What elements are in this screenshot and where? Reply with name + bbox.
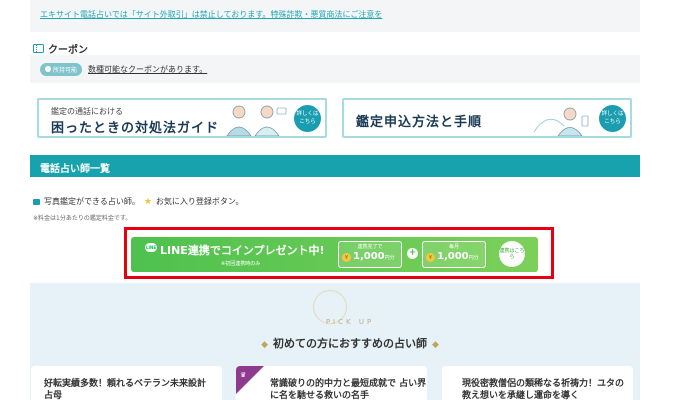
legend-favorite: お気に入り登録ボタン。: [155, 197, 244, 206]
card-title-line: 好転実績多数！頼れるベテラン未来設計: [44, 379, 207, 389]
plus-icon: +: [407, 248, 418, 259]
notice-link[interactable]: エキサイト電話占いでは「サイト外取引」は禁止しております。特殊詐欺・悪質商法にご…: [40, 10, 382, 19]
fortune-teller-card[interactable]: 好転実績多数！頼れるベテラン未来設計 占母: [31, 366, 222, 400]
line-logo-icon: LINE: [145, 243, 157, 252]
coupon-heading: クーポン: [33, 41, 88, 56]
coin-box-link: 連携完了で ¥ 1,000円分: [338, 241, 402, 268]
guide-more-button[interactable]: 詳しくはこちら: [599, 105, 626, 132]
coupon-box: 所持可能 数種可能なクーポンがあります。: [30, 55, 640, 83]
coin-box-value: 1,000: [353, 251, 385, 262]
coupon-heading-text: クーポン: [48, 45, 88, 56]
card-title-line: 教え想いを承継し運命を導く: [462, 391, 580, 400]
coin-box-monthly: 毎月 ¥ 1,000円分: [422, 241, 486, 268]
card-title-line: 占母: [44, 391, 63, 400]
price-note: ※料金は1分あたりの鑑定料金です。: [33, 215, 132, 222]
coin-box-value-wrap: 1,000円分: [353, 251, 395, 262]
coupon-badge-text: 所持可能: [53, 66, 78, 74]
card-title-line: 常識破りの的中力と最短成就で 占い界: [270, 379, 427, 389]
page: エキサイト電話占いでは「サイト外取引」は禁止しております。特殊詐欺・悪質商法にご…: [0, 0, 700, 400]
trouble-guide-banner[interactable]: 鑑定の通話における 困ったときの対処法ガイド 詳しくはこちら: [37, 98, 327, 138]
line-banner-title: LINE連携でコインプレゼント中!: [160, 244, 325, 257]
coin-box-unit: 円分: [468, 255, 479, 261]
fortune-teller-card[interactable]: 現役密教僧侶の類稀なる祈祷力！ユタの 教え想いを承継し運命を導く: [442, 366, 633, 400]
coin-box-unit: 円分: [384, 255, 395, 261]
coin-icon: ¥: [342, 253, 351, 262]
section-header: 電話占い師一覧: [30, 155, 640, 177]
line-coin-banner[interactable]: LINE LINE連携でコインプレゼント中! ※初回連携時のみ 連携完了で ¥ …: [131, 237, 538, 272]
legend: 写真鑑定ができる占い師。 ★ お気に入り登録ボタン。: [33, 196, 243, 207]
coin-box-label: 連携完了で: [357, 244, 383, 250]
section-title: 電話占い師一覧: [40, 164, 110, 175]
coupon-badge: 所持可能: [40, 62, 83, 76]
pickup-title: ◆ 初めての方におすすめの占い師 ◆: [0, 335, 700, 351]
notice-bar: エキサイト電話占いでは「サイト外取引」は禁止しております。特殊詐欺・悪質商法にご…: [30, 0, 640, 32]
line-banner-note: ※初回連携時のみ: [221, 261, 261, 267]
coin-box-value: 1,000: [437, 251, 469, 262]
crown-icon: ♛: [240, 371, 247, 379]
coin-box-value-wrap: 1,000円分: [437, 251, 479, 262]
phone-illustration-icon: [528, 102, 594, 136]
ornament-icon: ◆: [261, 340, 268, 350]
people-illustration-icon: [223, 102, 289, 136]
guide-title: 困ったときの対処法ガイド: [51, 121, 220, 136]
coin-icon: ¥: [426, 253, 435, 262]
coupon-link[interactable]: 数種可能なクーポンがあります。: [88, 64, 207, 75]
card-title-line: に名を馳せる救いの名手: [270, 391, 370, 400]
card-title-line: 現役密教僧侶の類稀なる祈祷力！ユタの: [462, 379, 625, 389]
guide-subtitle: 鑑定の通話における: [51, 107, 123, 116]
pickup-label: PICK UP: [325, 318, 375, 326]
ticket-icon: [33, 44, 44, 53]
guide-title: 鑑定申込方法と手順: [356, 115, 483, 130]
coin-box-label: 毎月: [448, 244, 459, 250]
application-guide-banner[interactable]: 鑑定申込方法と手順 詳しくはこちら: [342, 98, 632, 138]
star-icon: ★: [143, 196, 152, 207]
camera-icon: [33, 198, 40, 205]
line-connect-button[interactable]: 連携はこちら: [499, 241, 525, 267]
legend-photo: 写真鑑定ができる占い師。: [44, 197, 140, 206]
check-icon: [45, 66, 51, 72]
fortune-teller-card[interactable]: ♛ 常識破りの的中力と最短成就で 占い界 に名を馳せる救いの名手: [236, 366, 427, 400]
pickup-title-text: 初めての方におすすめの占い師: [273, 337, 427, 350]
guide-more-button[interactable]: 詳しくはこちら: [294, 105, 321, 132]
ornament-icon: ◆: [432, 340, 439, 350]
